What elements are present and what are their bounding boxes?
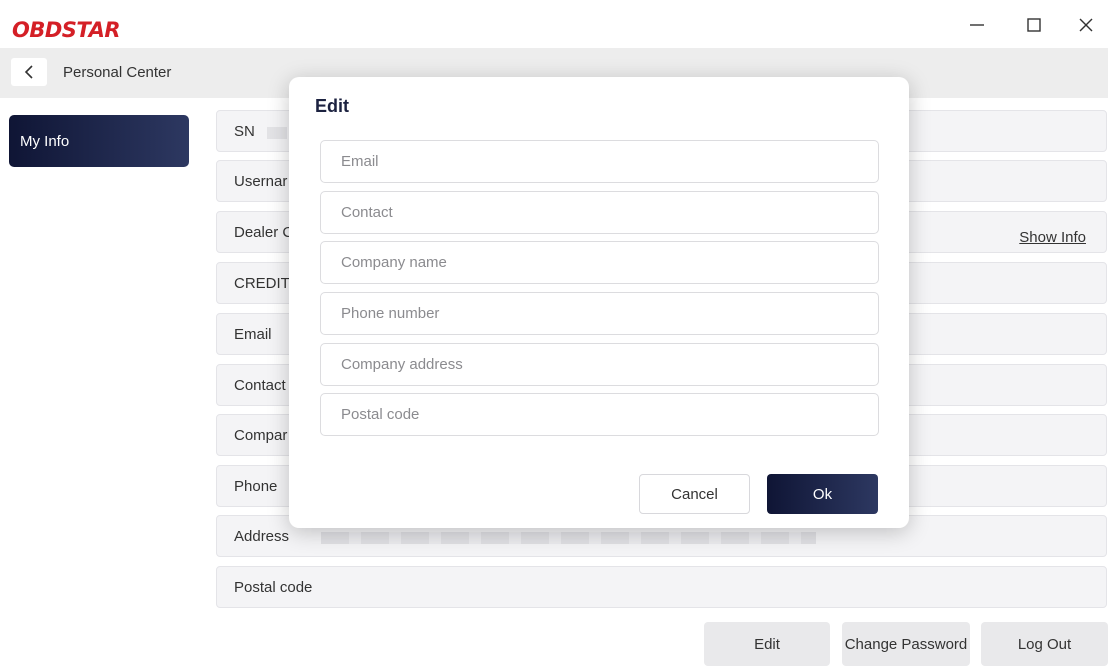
- back-button[interactable]: [11, 58, 47, 86]
- chevron-left-icon: [24, 65, 33, 79]
- cancel-button[interactable]: Cancel: [639, 474, 750, 514]
- sidebar-item-my-info[interactable]: My Info: [9, 115, 189, 167]
- close-icon: [1079, 18, 1093, 32]
- minimize-icon: [970, 24, 984, 26]
- info-row-postal-code: Postal code: [216, 566, 1107, 608]
- app-logo: OBDSTAR: [12, 18, 121, 42]
- log-out-button[interactable]: Log Out: [981, 622, 1108, 666]
- close-button[interactable]: [1064, 10, 1108, 40]
- info-label: Contact: [234, 377, 286, 394]
- redacted-value: [321, 532, 816, 544]
- maximize-icon: [1027, 18, 1041, 32]
- postal-code-field[interactable]: [320, 393, 879, 436]
- edit-dialog: Edit Cancel Ok: [289, 77, 909, 528]
- info-label: CREDIT: [234, 275, 290, 292]
- contact-field[interactable]: [320, 191, 879, 234]
- ok-button[interactable]: Ok: [767, 474, 878, 514]
- maximize-button[interactable]: [1012, 10, 1056, 40]
- company-name-field[interactable]: [320, 241, 879, 284]
- minimize-button[interactable]: [955, 10, 999, 40]
- edit-button[interactable]: Edit: [704, 622, 830, 666]
- show-info-link[interactable]: Show Info: [1019, 229, 1086, 246]
- redacted-value: [267, 127, 287, 139]
- info-label: Usernar: [234, 173, 288, 190]
- company-address-field[interactable]: [320, 343, 879, 386]
- email-field[interactable]: [320, 140, 879, 183]
- phone-number-field[interactable]: [320, 292, 879, 335]
- title-bar: OBDSTAR: [0, 0, 1108, 48]
- page-title: Personal Center: [63, 64, 172, 81]
- info-label: Compar: [234, 427, 288, 444]
- info-label: SN: [234, 123, 255, 140]
- sidebar: My Info: [0, 98, 202, 666]
- info-label: Dealer C: [234, 224, 294, 241]
- info-label: Email: [234, 326, 272, 343]
- change-password-button[interactable]: Change Password: [842, 622, 970, 666]
- info-label: Postal code: [234, 579, 313, 596]
- dialog-title: Edit: [315, 96, 349, 116]
- info-label: Address: [234, 528, 290, 545]
- info-label: Phone: [234, 478, 278, 495]
